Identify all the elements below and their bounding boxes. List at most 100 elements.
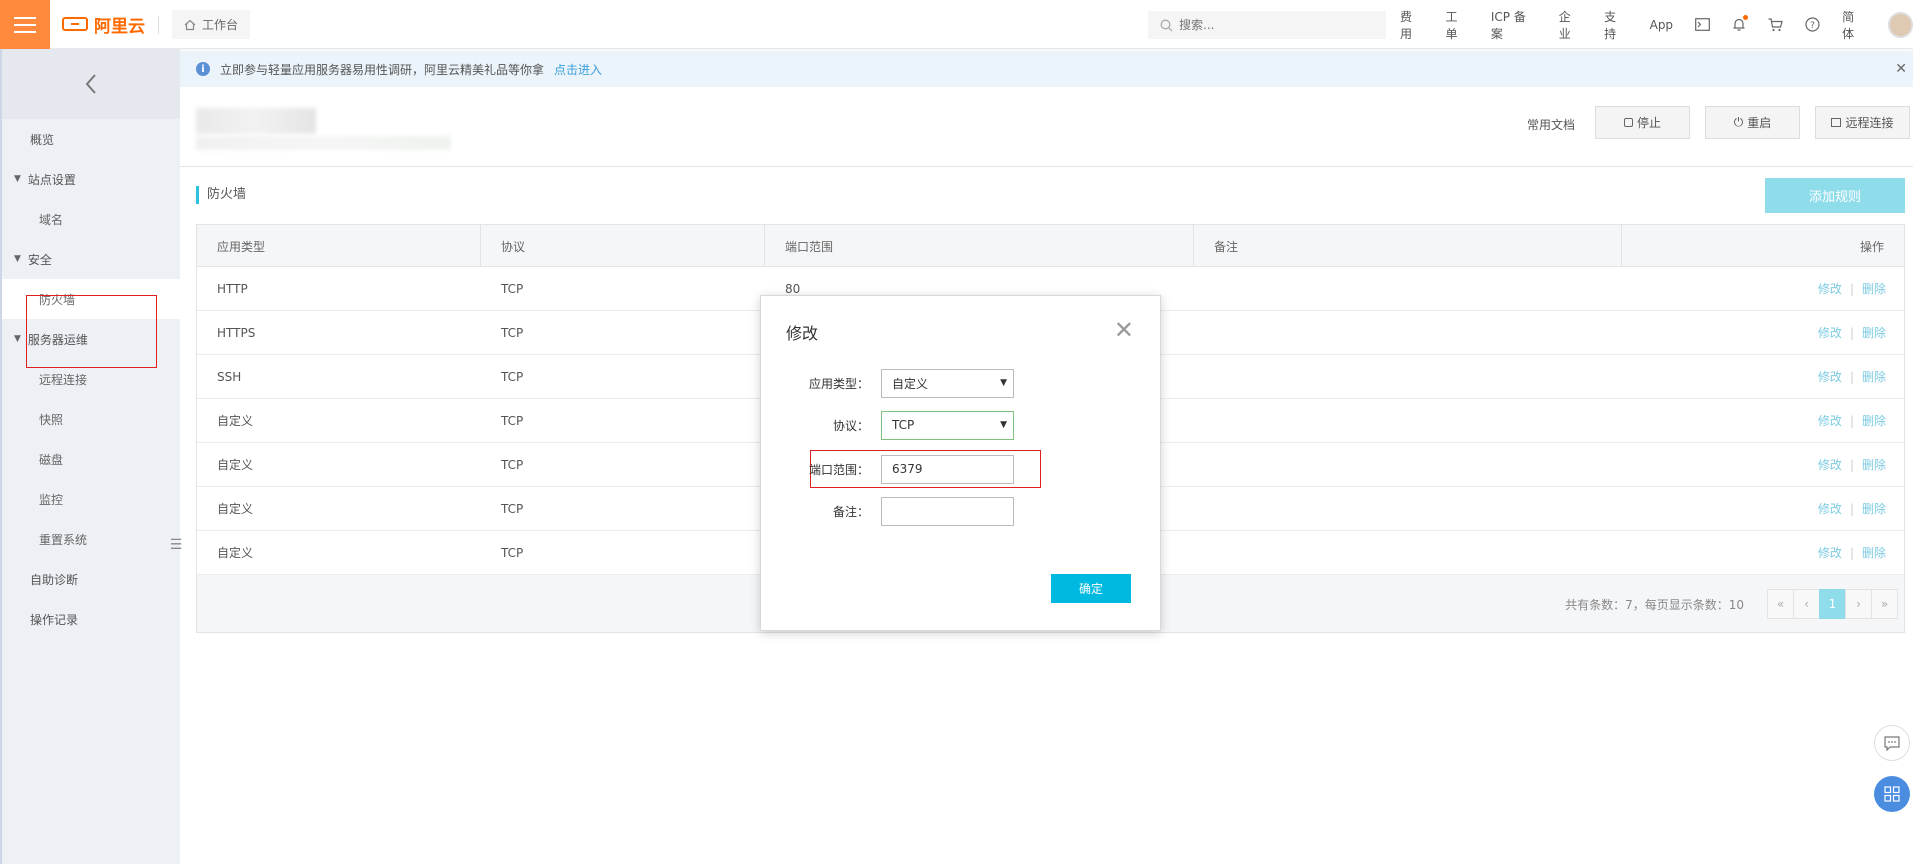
workbench-label: 工作台	[202, 18, 239, 32]
cell-protocol: TCP	[501, 369, 524, 384]
dropdown-caret-icon: ▼	[1000, 377, 1007, 388]
chat-icon[interactable]	[1874, 725, 1910, 761]
restart-button[interactable]: ⏻ 重启	[1705, 106, 1800, 139]
caret-down-icon: ▼	[14, 174, 21, 184]
sidebar-item-overview[interactable]: 概览	[2, 119, 180, 159]
page-button[interactable]: 1	[1819, 589, 1846, 619]
sidebar-item-label: 重置系统	[39, 532, 88, 547]
cell-app-type: 自定义	[217, 502, 254, 516]
nav-fees[interactable]: 费用	[1400, 8, 1423, 42]
close-icon[interactable]: ✕	[1895, 61, 1907, 77]
app-type-select[interactable]: 自定义 ▼	[881, 368, 1014, 398]
aliyun-logo[interactable]: 阿里云	[62, 12, 145, 37]
sidebar-group-site-settings[interactable]: ▼ 站点设置	[2, 159, 180, 199]
delete-link[interactable]: 删除	[1862, 414, 1886, 428]
power-icon: ⏻	[1733, 115, 1744, 129]
stop-button[interactable]: 停止	[1595, 106, 1690, 139]
list-toggle-icon[interactable]: ☰	[167, 529, 185, 561]
separator: |	[1849, 502, 1854, 516]
sidebar: 概览 ▼ 站点设置 域名 ▼ 安全 防火墙 ▼ 服务器运维 远程连接 快照 磁盘 监控…	[0, 49, 182, 864]
confirm-button[interactable]: 确定	[1051, 574, 1131, 603]
total-count: 共有条数：7，每页显示条数：10	[1565, 598, 1744, 612]
separator: |	[1849, 282, 1854, 296]
next-page-button[interactable]: ›	[1845, 589, 1872, 619]
menu-icon[interactable]	[0, 0, 50, 49]
sidebar-item-label: 安全	[27, 252, 52, 267]
docs-link[interactable]: 常用文档	[1527, 116, 1575, 133]
cell-actions: 修改 | 删除	[1798, 544, 1904, 561]
edit-link[interactable]: 修改	[1818, 546, 1842, 560]
delete-link[interactable]: 删除	[1862, 502, 1886, 516]
last-page-button[interactable]: »	[1871, 589, 1898, 619]
search-input[interactable]	[1179, 18, 1369, 32]
delete-link[interactable]: 删除	[1862, 546, 1886, 560]
svg-text:?: ?	[1810, 21, 1815, 31]
delete-link[interactable]: 删除	[1862, 326, 1886, 340]
sidebar-item-monitor[interactable]: 监控	[2, 479, 180, 519]
sidebar-item-snapshot[interactable]: 快照	[2, 399, 180, 439]
column-header: 端口范围	[765, 225, 1194, 267]
sidebar-item-domain[interactable]: 域名	[2, 199, 180, 239]
delete-link[interactable]: 删除	[1862, 282, 1886, 296]
cell-protocol: TCP	[501, 501, 524, 516]
edit-link[interactable]: 修改	[1818, 502, 1842, 516]
edit-link[interactable]: 修改	[1818, 458, 1842, 472]
notice-bar: i 立即参与轻量应用服务器易用性调研，阿里云精美礼品等你拿 点击进入 ✕	[180, 51, 1913, 87]
app-type-label: 应用类型：	[808, 376, 869, 391]
workbench-button[interactable]: 工作台	[172, 10, 251, 39]
cell-app-type: 自定义	[217, 546, 254, 560]
cart-icon[interactable]	[1768, 17, 1783, 32]
note-input[interactable]	[881, 496, 1014, 526]
apps-grid-icon[interactable]	[1874, 776, 1910, 812]
instance-info-blurred	[196, 136, 451, 150]
collapse-sidebar-button[interactable]	[2, 49, 180, 119]
cell-actions: 修改 | 删除	[1798, 412, 1904, 429]
edit-link[interactable]: 修改	[1818, 282, 1842, 296]
nav-support[interactable]: 支持	[1604, 8, 1627, 42]
port-range-input[interactable]: 6379	[881, 454, 1014, 484]
port-range-row: 端口范围： 6379	[761, 454, 1162, 484]
nav-app[interactable]: App	[1650, 18, 1673, 32]
delete-link[interactable]: 删除	[1862, 370, 1886, 384]
sidebar-item-oplog[interactable]: 操作记录	[2, 599, 180, 639]
sidebar-group-security[interactable]: ▼ 安全	[2, 239, 180, 279]
restart-label: 重启	[1747, 116, 1772, 130]
delete-link[interactable]: 删除	[1862, 458, 1886, 472]
add-rule-button[interactable]: 添加规则	[1765, 178, 1905, 213]
edit-link[interactable]: 修改	[1818, 370, 1842, 384]
help-icon[interactable]: ?	[1805, 17, 1820, 32]
remote-connect-button[interactable]: 远程连接	[1815, 106, 1910, 139]
caret-down-icon: ▼	[14, 254, 21, 264]
sidebar-item-label: 站点设置	[27, 172, 76, 187]
notification-dot	[1743, 15, 1749, 20]
nav-tickets[interactable]: 工单	[1445, 8, 1468, 42]
sidebar-item-diagnosis[interactable]: 自助诊断	[2, 559, 180, 599]
avatar[interactable]	[1887, 11, 1913, 38]
notice-link[interactable]: 点击进入	[554, 61, 602, 78]
edit-link[interactable]: 修改	[1818, 326, 1842, 340]
separator: |	[1849, 458, 1854, 472]
sidebar-item-label: 磁盘	[39, 452, 64, 467]
search-box[interactable]	[1148, 11, 1386, 39]
prev-page-button[interactable]: ‹	[1793, 589, 1820, 619]
nav-enterprise[interactable]: 企业	[1559, 8, 1582, 42]
dialog-title: 修改	[786, 324, 819, 343]
language-switch[interactable]: 简体	[1842, 8, 1865, 42]
cell-actions: 修改 | 删除	[1798, 456, 1904, 473]
sidebar-item-label: 概览	[30, 132, 55, 147]
cell-app-type: HTTPS	[217, 325, 256, 340]
security-highlight-box	[26, 295, 157, 368]
divider	[180, 166, 1913, 167]
close-icon[interactable]: ✕	[1114, 316, 1134, 344]
column-header: 应用类型	[197, 225, 481, 267]
bell-icon[interactable]	[1732, 15, 1749, 32]
cell-port: 80	[785, 281, 801, 296]
edit-link[interactable]: 修改	[1818, 414, 1842, 428]
first-page-button[interactable]: «	[1767, 589, 1794, 619]
column-header: 协议	[481, 225, 765, 267]
nav-icp[interactable]: ICP 备案	[1491, 8, 1537, 42]
sidebar-item-disk[interactable]: 磁盘	[2, 439, 180, 479]
terminal-icon[interactable]	[1695, 18, 1710, 31]
protocol-select[interactable]: TCP ▼	[881, 410, 1014, 440]
sidebar-item-reset[interactable]: 重置系统	[2, 519, 180, 559]
